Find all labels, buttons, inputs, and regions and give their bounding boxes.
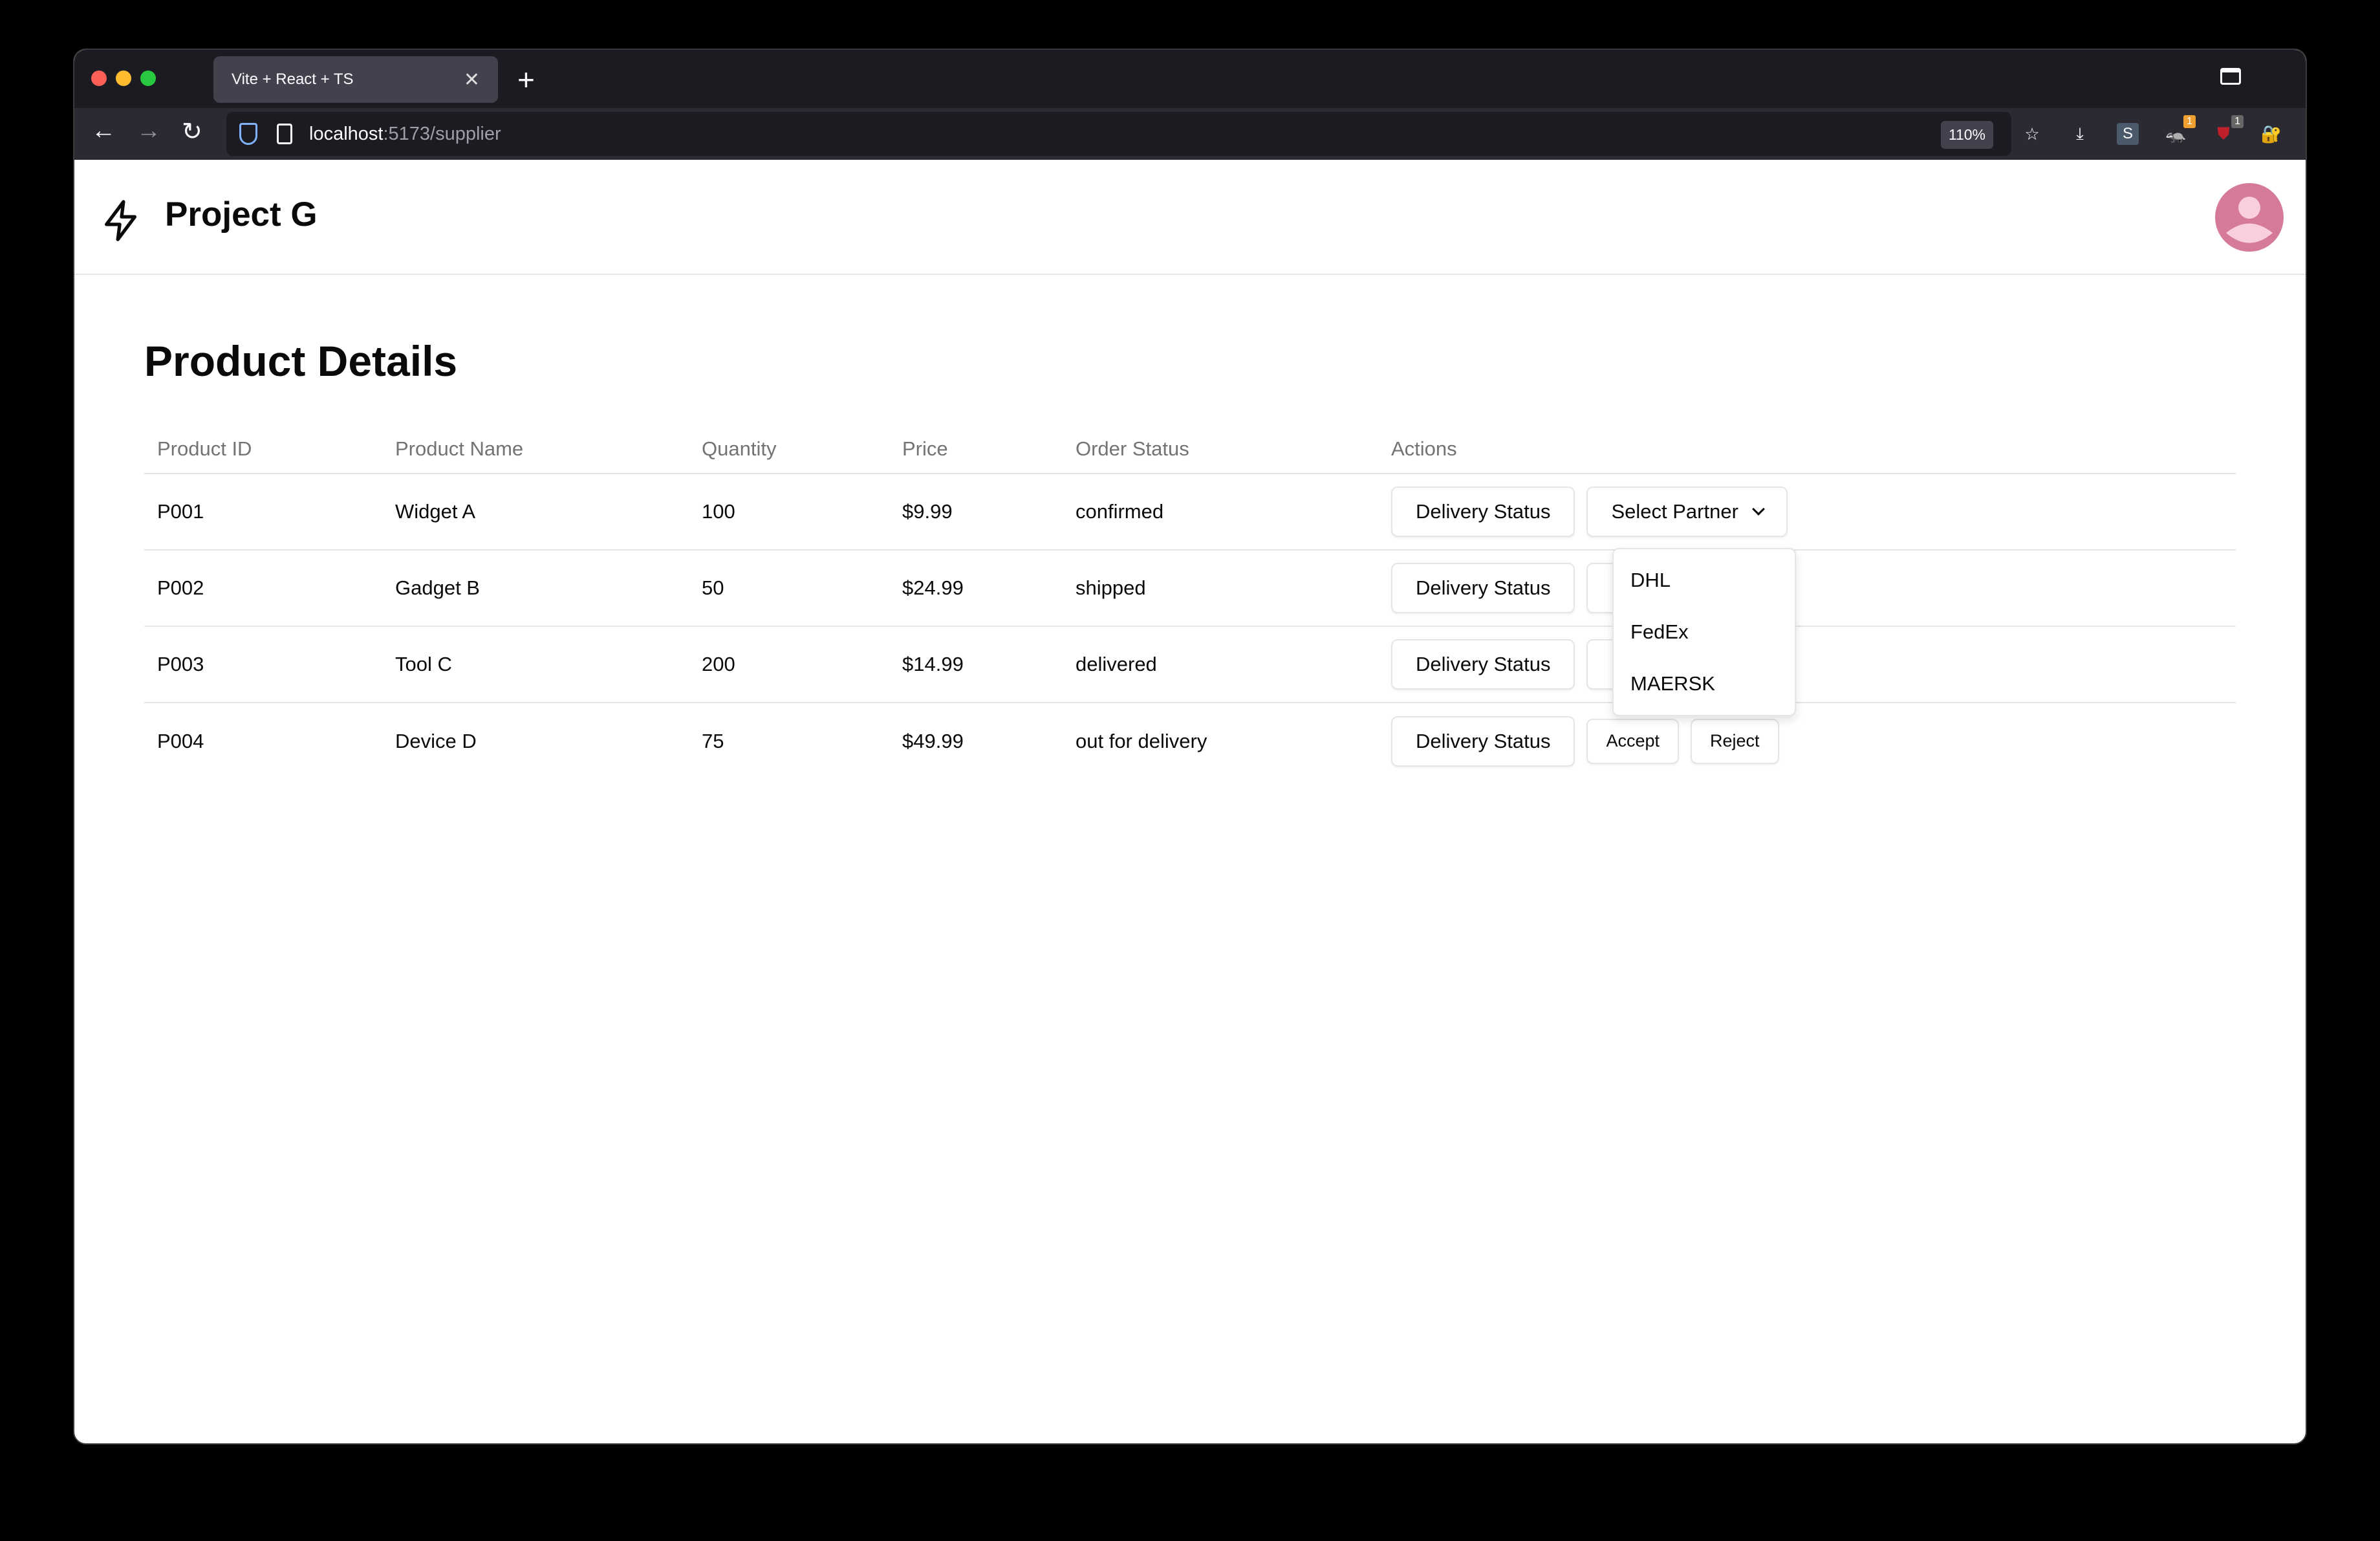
delivery-status-button[interactable]: Delivery Status	[1391, 486, 1575, 537]
product-name-cell: Gadget B	[382, 550, 689, 627]
browser-window: Vite + React + TS ✕ + ← → ↻ localhost:51…	[73, 49, 2307, 1445]
bookmark-star-icon[interactable]: ☆	[2021, 123, 2043, 145]
browser-tab[interactable]: Vite + React + TS ✕	[213, 56, 498, 103]
product-name-cell: Tool C	[382, 626, 689, 703]
minimize-window-button[interactable]	[116, 71, 131, 86]
actions-cell: Delivery Status Select Partner	[1378, 626, 2236, 703]
price-cell: $24.99	[889, 550, 1063, 627]
product-name-cell: Widget A	[382, 474, 689, 551]
column-header-product-name: Product Name	[382, 424, 689, 474]
table-row: P004 Device D 75 $49.99 out for delivery…	[144, 703, 2236, 779]
quantity-cell: 50	[689, 550, 889, 627]
table-header-row: Product ID Product Name Quantity Price O…	[144, 424, 2236, 474]
column-header-order-status: Order Status	[1063, 424, 1378, 474]
download-icon[interactable]: ⤓	[2069, 123, 2091, 145]
close-window-button[interactable]	[91, 71, 107, 86]
window-controls	[91, 71, 156, 86]
delivery-status-button[interactable]: Delivery Status	[1391, 639, 1575, 690]
quantity-cell: 100	[689, 474, 889, 551]
s-extension-icon[interactable]: S	[2117, 123, 2139, 145]
price-cell: $14.99	[889, 626, 1063, 703]
reject-button[interactable]: Reject	[1691, 718, 1779, 764]
select-partner-dropdown[interactable]: Select Partner	[1586, 486, 1788, 537]
shield-icon[interactable]	[239, 123, 257, 145]
title-bar: Vite + React + TS ✕ +	[74, 50, 2306, 108]
order-status-cell: delivered	[1063, 626, 1378, 703]
maximize-window-button[interactable]	[140, 71, 156, 86]
product-id-cell: P003	[144, 626, 382, 703]
page-icon[interactable]	[277, 124, 292, 144]
toolbar-right: ☆ ⤓ S 🦡1 ⛊1 🔐 ⧉ 🦊 ☰	[2021, 108, 2306, 160]
order-status-cell: shipped	[1063, 550, 1378, 627]
order-status-cell: confirmed	[1063, 474, 1378, 551]
product-id-cell: P004	[157, 729, 204, 752]
actions-cell: Delivery Status Select Partner	[1378, 474, 2236, 551]
product-name-cell: Device D	[395, 729, 477, 752]
tab-title: Vite + React + TS	[232, 71, 354, 88]
ublock-extension-icon[interactable]: ⛊ 1	[2212, 115, 2244, 145]
badger-extension-icon[interactable]: 🦡 1	[2165, 115, 2196, 145]
lightning-bolt-icon	[105, 200, 137, 241]
forward-arrow-icon[interactable]: →	[136, 117, 161, 145]
url-text[interactable]: localhost:5173/supplier	[309, 124, 501, 145]
product-id-cell: P002	[144, 550, 382, 627]
chevron-down-icon	[1752, 503, 1765, 516]
table-row: P002 Gadget B 50 $24.99 shipped Delivery…	[144, 550, 2236, 627]
app-header: Project G	[74, 160, 2306, 275]
price-cell: $9.99	[889, 474, 1063, 551]
brand-title[interactable]: Project G	[165, 195, 318, 234]
table-row: P003 Tool C 200 $14.99 delivered Deliver…	[144, 626, 2236, 703]
actions-cell: Delivery Status Accept Reject	[1378, 703, 2236, 779]
zoom-level-badge[interactable]: 110%	[1940, 121, 1993, 149]
select-partner-label: Select Partner	[1611, 500, 1738, 523]
keychain-extension-icon[interactable]: 🔐	[2260, 123, 2282, 145]
address-bar[interactable]: localhost:5173/supplier 110%	[226, 112, 2011, 156]
quantity-cell: 75	[702, 729, 724, 752]
table-row: P001 Widget A 100 $9.99 confirmed Delive…	[144, 474, 2236, 551]
partner-option-fedex[interactable]: FedEx	[1619, 606, 1790, 658]
delivery-status-button[interactable]: Delivery Status	[1391, 563, 1575, 613]
reload-icon[interactable]: ↻	[182, 117, 202, 146]
back-arrow-icon[interactable]: ←	[91, 117, 116, 145]
column-header-product-id: Product ID	[144, 424, 382, 474]
column-header-price: Price	[889, 424, 1063, 474]
column-header-actions: Actions	[1378, 424, 2236, 474]
actions-cell: Delivery Status Select Partner	[1378, 550, 2236, 627]
tab-overview-icon[interactable]	[2220, 68, 2241, 85]
quantity-cell: 200	[689, 626, 889, 703]
column-header-quantity: Quantity	[689, 424, 889, 474]
new-tab-button[interactable]: +	[517, 61, 535, 98]
navigation-bar: ← → ↻ localhost:5173/supplier 110% ☆ ⤓ S…	[74, 108, 2306, 160]
product-id-cell: P001	[144, 474, 382, 551]
delivery-status-button[interactable]: Delivery Status	[1391, 716, 1575, 767]
partner-dropdown-menu: DHL FedEx MAERSK	[1612, 548, 1796, 716]
partner-option-dhl[interactable]: DHL	[1619, 554, 1790, 606]
order-status-cell: out for delivery	[1076, 729, 1207, 752]
price-cell: $49.99	[902, 729, 964, 752]
product-table: Product ID Product Name Quantity Price O…	[144, 424, 2236, 779]
close-tab-icon[interactable]: ✕	[464, 69, 480, 91]
user-avatar[interactable]	[2215, 183, 2284, 252]
partner-option-maersk[interactable]: MAERSK	[1619, 658, 1790, 710]
accept-button[interactable]: Accept	[1586, 718, 1680, 764]
page-title: Product Details	[144, 337, 458, 385]
main-content: Product Details Product ID Product Name …	[74, 336, 2306, 779]
user-icon	[2226, 197, 2273, 243]
